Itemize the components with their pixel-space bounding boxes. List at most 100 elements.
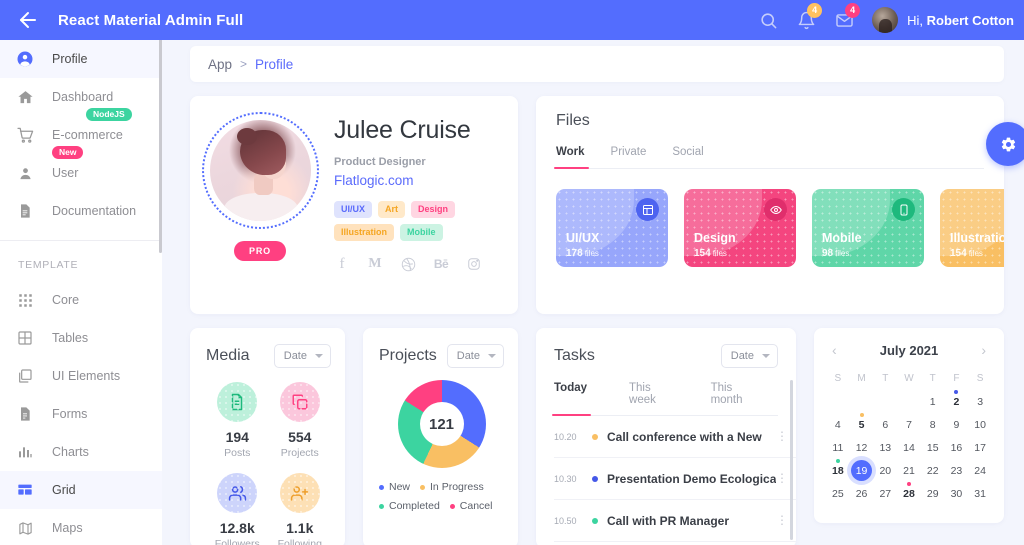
more-vertical-icon[interactable]: ⋮ (776, 430, 788, 442)
profile-website-link[interactable]: Flatlogic.com (334, 173, 504, 188)
calendar-day-number: 13 (879, 441, 892, 454)
pro-badge[interactable]: PRO (234, 241, 286, 261)
legend-item[interactable]: Completed (379, 500, 440, 512)
calendar-day[interactable]: 31 (968, 483, 992, 504)
calendar-day[interactable]: 1 (921, 391, 945, 412)
profile-tag[interactable]: Art (378, 201, 406, 218)
calendar-day[interactable]: 16 (945, 437, 969, 458)
calendar-day[interactable]: 7 (897, 414, 921, 435)
calendar-day[interactable]: 25 (826, 483, 850, 504)
calendar-day[interactable]: 5 (850, 413, 874, 435)
sidebar-item-tables[interactable]: Tables (0, 319, 162, 357)
sidebar-item-user[interactable]: User (0, 154, 162, 192)
user-greeting[interactable]: Hi, Robert Cotton (907, 13, 1014, 28)
tasks-date-filter[interactable]: Date (720, 344, 778, 368)
folder-card[interactable]: UI/UX 178 files (556, 189, 668, 267)
calendar-day[interactable]: 10 (968, 414, 992, 435)
sidebar-item-maps[interactable]: Maps (0, 509, 162, 545)
task-row[interactable]: 10.20 Call conference with a New ⋮ (554, 416, 796, 458)
calendar-day[interactable]: 4 (826, 414, 850, 435)
legend-item[interactable]: Cancel (449, 500, 492, 512)
calendar-day[interactable]: 13 (873, 437, 897, 458)
task-row[interactable]: 10.50 Call with PR Manager ⋮ (554, 500, 796, 542)
calendar-day[interactable]: 14 (897, 437, 921, 458)
sidebar-item-core[interactable]: Core (0, 281, 162, 319)
calendar-day-of-week: W (904, 373, 914, 384)
media-stat[interactable]: 12.8k Followers (206, 473, 269, 545)
media-stat[interactable]: 1.1k Following (269, 473, 332, 545)
sidebar-scrollbar[interactable] (159, 5, 162, 253)
medium-icon[interactable]: M (367, 256, 383, 272)
tasks-scrollbar[interactable] (790, 380, 793, 540)
tab-private[interactable]: Private (611, 146, 661, 168)
calendar-day-number: 20 (879, 464, 892, 477)
calendar-day[interactable]: 11 (826, 437, 850, 458)
media-stat[interactable]: 194 Posts (206, 382, 269, 459)
media-stat[interactable]: 554 Projects (269, 382, 332, 459)
instagram-icon[interactable] (466, 256, 482, 272)
notifications-bell-icon[interactable]: 4 (789, 3, 823, 37)
profile-tag[interactable]: Illustration (334, 224, 395, 241)
calendar-day[interactable]: 6 (873, 414, 897, 435)
folder-card[interactable]: Design 154 files (684, 189, 796, 267)
calendar-day[interactable]: 15 (921, 437, 945, 458)
more-vertical-icon[interactable]: ⋮ (776, 472, 788, 484)
calendar-day[interactable]: 29 (921, 483, 945, 504)
projects-date-filter[interactable]: Date (446, 344, 504, 368)
media-stat-label: Following (277, 538, 322, 545)
chevron-right-icon[interactable]: › (981, 342, 986, 358)
calendar-day[interactable]: 9 (945, 414, 969, 435)
tasks-tab-this-week[interactable]: This week (629, 382, 683, 415)
calendar-day[interactable]: 28 (897, 482, 921, 504)
calendar-day[interactable]: 3 (968, 391, 992, 412)
document-icon (14, 200, 36, 222)
avatar-ring (201, 112, 319, 229)
calendar-day[interactable]: 27 (873, 483, 897, 504)
calendar-day[interactable]: 12 (850, 437, 874, 458)
breadcrumb-parent[interactable]: App (208, 57, 232, 72)
settings-fab[interactable] (986, 122, 1024, 166)
sidebar-item-documentation[interactable]: Documentation (0, 192, 162, 230)
sidebar-item-forms[interactable]: Forms (0, 395, 162, 433)
calendar-day[interactable]: 23 (945, 460, 969, 481)
chevron-left-icon[interactable]: ‹ (832, 342, 837, 358)
facebook-icon[interactable]: f (334, 256, 350, 272)
messages-mail-icon[interactable]: 4 (827, 3, 861, 37)
sidebar-item-profile[interactable]: Profile (0, 40, 162, 78)
calendar-day[interactable]: 8 (921, 414, 945, 435)
more-vertical-icon[interactable]: ⋮ (776, 514, 788, 526)
tasks-tab-today[interactable]: Today (551, 382, 601, 416)
calendar-day[interactable]: 21 (897, 460, 921, 481)
tasks-tab-this-month[interactable]: This month (711, 382, 768, 415)
arrow-left-icon[interactable] (16, 8, 40, 32)
calendar-day[interactable]: 20 (873, 460, 897, 481)
tab-work[interactable]: Work (554, 146, 599, 169)
task-row[interactable]: 10.30 Presentation Demo Ecological ⋮ (554, 458, 796, 500)
calendar-day[interactable]: 22 (921, 460, 945, 481)
calendar-day[interactable]: 24 (968, 460, 992, 481)
sidebar-item-grid[interactable]: Grid (0, 471, 162, 509)
search-icon[interactable] (751, 3, 785, 37)
folder-card[interactable]: Mobile 98 files (812, 189, 924, 267)
legend-item[interactable]: New (379, 481, 410, 493)
media-date-filter[interactable]: Date (273, 344, 331, 368)
dribbble-icon[interactable] (400, 256, 416, 272)
profile-tag[interactable]: Design (411, 201, 456, 218)
calendar-day-number: 3 (977, 395, 984, 408)
sidebar-item-dashboard[interactable]: Dashboard (0, 78, 162, 116)
sidebar-item-charts[interactable]: Charts (0, 433, 162, 471)
tab-social[interactable]: Social (672, 146, 717, 168)
calendar-day[interactable]: 17 (968, 437, 992, 458)
calendar-day[interactable]: 26 (850, 483, 874, 504)
profile-tag[interactable]: Mobile (400, 224, 443, 241)
sidebar-item-ui-elements[interactable]: UI Elements (0, 357, 162, 395)
behance-icon[interactable]: Bē (433, 256, 449, 272)
profile-tag[interactable]: UI/UX (334, 201, 373, 218)
legend-item[interactable]: In Progress (420, 481, 484, 493)
folder-card[interactable]: Illustration 154files (940, 189, 1004, 267)
calendar-day-number: 5 (858, 418, 865, 431)
avatar[interactable] (872, 7, 899, 33)
calendar-day[interactable]: 30 (945, 483, 969, 504)
calendar-day[interactable]: 2 (945, 390, 969, 412)
calendar-day-selected[interactable]: 19 (847, 456, 876, 485)
